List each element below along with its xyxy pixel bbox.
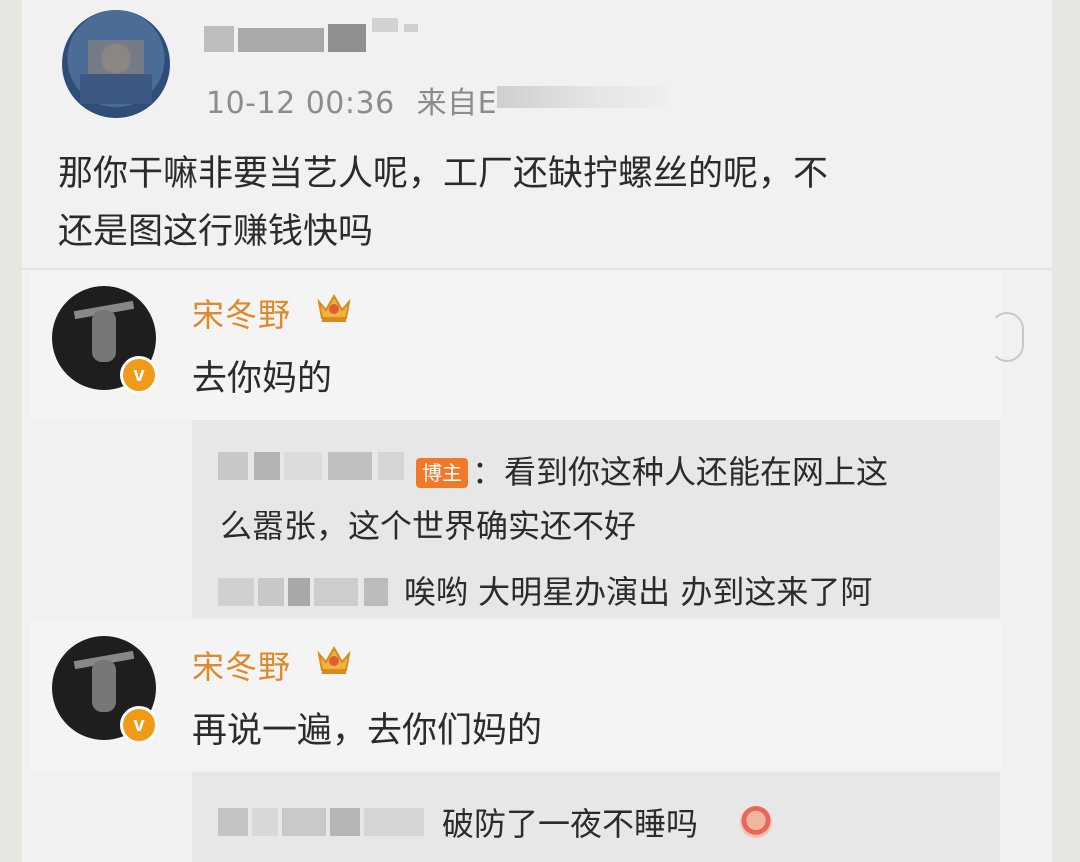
- post-meta: 10-12 00:36 来自E: [206, 78, 497, 122]
- quoted-text-line: ：看到你这种人还能在网上这: [472, 453, 889, 491]
- post-source-prefix: 来自E: [416, 86, 498, 121]
- poster-avatar[interactable]: [62, 10, 170, 118]
- reply-author-name[interactable]: 宋冬野: [192, 290, 291, 336]
- quoted-user-blurred[interactable]: [218, 452, 404, 480]
- reply-text: 去你妈的: [192, 359, 333, 399]
- post-text-line: 那你干嘛非要当艺人呢，工厂还缺拧螺丝的呢，不: [58, 154, 829, 194]
- post-timestamp: 10-12 00:36: [206, 86, 395, 121]
- crown-icon: [317, 293, 351, 322]
- scroll-indicator[interactable]: [990, 312, 1024, 362]
- poster-username-blurred[interactable]: [204, 14, 419, 52]
- verified-icon: v: [120, 706, 158, 744]
- verified-icon: v: [120, 356, 158, 394]
- crown-icon: [317, 645, 351, 674]
- reply-text: 再说一遍，去你们妈的: [192, 711, 543, 751]
- quoted-sub-text: 唉哟 大明星办演出 办到这来了阿: [404, 573, 873, 611]
- quoted-text: 破防了一夜不睡吗: [442, 805, 699, 843]
- post-source-blurred: [497, 86, 667, 108]
- quoted-text-line: 么嚣张，这个世界确实还不好: [220, 507, 637, 545]
- reply-item: [30, 272, 1002, 420]
- quoted-user-blurred[interactable]: [218, 578, 388, 606]
- post-text: 那你干嘛非要当艺人呢，工厂还缺拧螺丝的呢，不 还是图这行赚钱快吗: [58, 145, 1018, 261]
- post-text-line: 还是图这行赚钱快吗: [58, 212, 374, 252]
- quoted-user-blurred[interactable]: [218, 808, 424, 836]
- divider: [22, 268, 1052, 270]
- author-badge: 博主: [416, 458, 468, 488]
- reply-author-name[interactable]: 宋冬野: [192, 642, 291, 688]
- laugh-emoji-icon: [740, 806, 772, 838]
